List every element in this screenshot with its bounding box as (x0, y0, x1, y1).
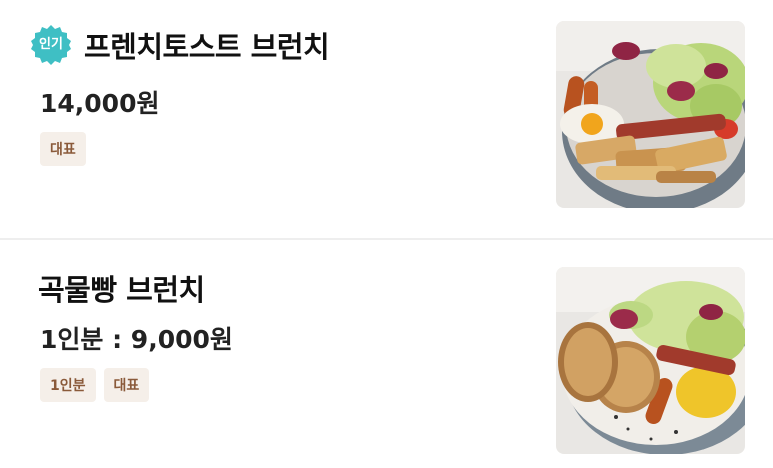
menu-item-grain-bread-brunch[interactable]: 곡물빵 브런치 1인분 : 9,000원 1인분 대표 (0, 240, 773, 468)
food-photo-illustration (556, 21, 745, 208)
menu-list: 인기 프렌치토스트 브런치 14,000원 대표 곡물빵 브런치 1인분: 9… (0, 0, 773, 468)
item-name: 프렌치토스트 브런치 (84, 30, 330, 64)
popular-badge: 인기 (30, 24, 72, 66)
tag-single-serving: 1인분 (40, 368, 96, 402)
grain-bread-brunch-photo[interactable] (556, 267, 745, 454)
menu-item-french-toast-brunch[interactable]: 인기 프렌치토스트 브런치 14,000원 대표 (0, 0, 773, 238)
popular-badge-label: 인기 (39, 37, 63, 52)
item-price: 1인분 : 9,000원 (40, 325, 233, 354)
item-name: 곡물빵 브런치 (38, 273, 205, 307)
name-row: 인기 프렌치토스트 브런치 (30, 24, 330, 66)
tag-list: 대표 (40, 132, 86, 166)
tag-signature: 대표 (103, 368, 150, 402)
tag-signature: 대표 (40, 132, 86, 166)
tag-list: 1인분 대표 (40, 368, 150, 402)
name-row: 곡물빵 브런치 (38, 267, 205, 309)
food-photo-illustration (556, 267, 745, 454)
item-price: 14,000원 (40, 89, 160, 118)
french-toast-brunch-photo[interactable] (556, 21, 745, 208)
